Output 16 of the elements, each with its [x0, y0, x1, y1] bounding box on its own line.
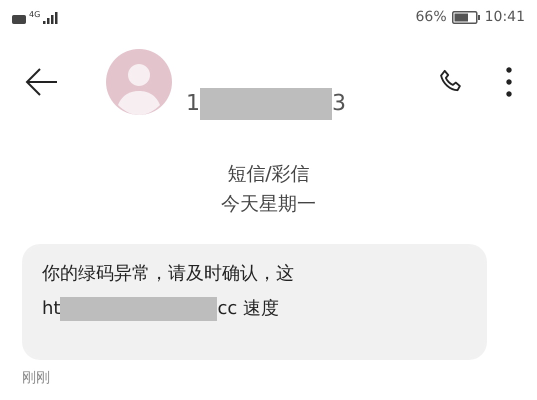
battery-icon [452, 10, 480, 24]
hd-icon [12, 14, 26, 24]
clock: 10:41 [484, 8, 525, 26]
avatar-icon [106, 48, 172, 114]
more-icon [506, 66, 512, 96]
contact-number: 1 3 [186, 88, 346, 120]
message-time: 刚刚 [22, 369, 50, 388]
thread-date: 今天星期一 [221, 192, 316, 217]
network-label: 4G [29, 10, 40, 18]
signal-icon [43, 12, 60, 24]
message-text: 你的绿码异常，请及时确认，这 [42, 262, 294, 286]
back-arrow-icon [25, 66, 59, 96]
message-type: 短信/彩信 [227, 162, 310, 187]
battery-percent: 66% [416, 8, 447, 26]
message-text: cc 速度 [217, 297, 279, 321]
message-text: ht [42, 297, 60, 321]
